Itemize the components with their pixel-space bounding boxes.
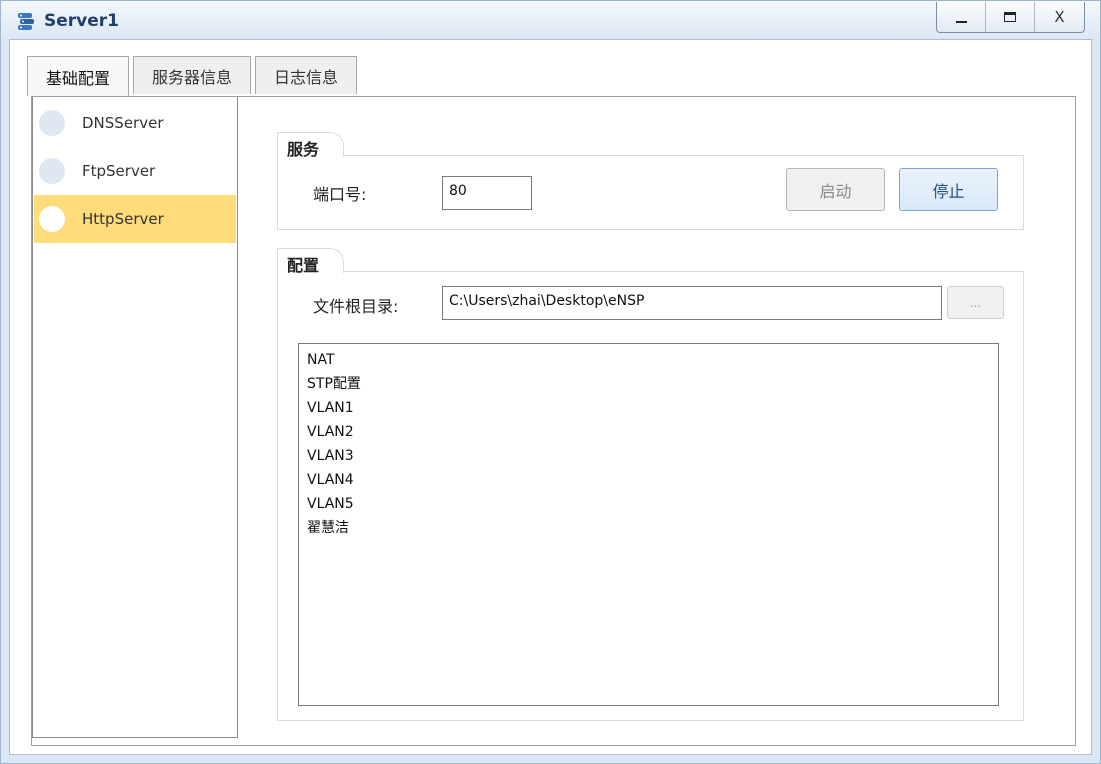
server-item-ftp[interactable]: FtpServer [34,147,236,195]
maximize-icon [1004,12,1016,22]
list-item[interactable]: VLAN2 [307,420,998,444]
window-title: Server1 [44,11,119,31]
port-label: 端口号: [313,185,367,204]
stop-button[interactable]: 停止 [899,168,998,211]
list-item[interactable]: STP配置 [307,372,998,396]
list-item[interactable]: 翟慧洁 [307,516,998,540]
server-app-icon [18,13,34,30]
tab-server-info[interactable]: 服务器信息 [133,56,252,94]
maximize-button[interactable] [986,2,1035,32]
list-item[interactable]: NAT [307,348,998,372]
list-item[interactable]: VLAN3 [307,444,998,468]
service-group-title: 服务 [277,132,344,159]
list-item[interactable]: VLAN5 [307,492,998,516]
start-button[interactable]: 启动 [786,168,885,211]
server-item-label: DNSServer [82,114,164,132]
server-status-icon [39,158,65,184]
root-dir-input[interactable]: C:\Users\zhai\Desktop\eNSP [442,286,942,320]
server-item-label: HttpServer [82,210,164,228]
client-area: 基础配置 服务器信息 日志信息 DNSServer FtpServer Http… [9,39,1092,755]
server1-window: Server1 X 基础配置 服务器信息 日志信息 DNSServer FtpS… [0,0,1101,764]
tab-content-panel: DNSServer FtpServer HttpServer 服务 端口号: 8… [31,96,1076,746]
close-button[interactable]: X [1035,2,1084,32]
service-group: 服务 端口号: 80 启动 停止 [277,132,1024,230]
server-item-label: FtpServer [82,162,156,180]
server-list: DNSServer FtpServer HttpServer [32,97,238,738]
minimize-button[interactable] [937,2,986,32]
server-item-dns[interactable]: DNSServer [34,99,236,147]
title-bar[interactable]: Server1 X [1,1,1100,41]
window-controls: X [936,2,1085,33]
server-status-icon [39,206,65,232]
config-group-title: 配置 [277,248,344,275]
list-item[interactable]: VLAN1 [307,396,998,420]
tab-log-info[interactable]: 日志信息 [255,56,358,94]
list-item[interactable]: VLAN4 [307,468,998,492]
config-group: 配置 文件根目录: C:\Users\zhai\Desktop\eNSP ...… [277,248,1024,721]
main-tabs: 基础配置 服务器信息 日志信息 [27,56,358,96]
browse-button[interactable]: ... [947,286,1004,319]
minimize-icon [955,20,967,23]
port-input[interactable]: 80 [442,176,532,210]
server-item-http[interactable]: HttpServer [34,195,236,243]
tab-basic-config[interactable]: 基础配置 [27,56,130,96]
file-list[interactable]: NAT STP配置 VLAN1 VLAN2 VLAN3 VLAN4 VLAN5 … [298,343,999,706]
root-dir-label: 文件根目录: [313,297,399,316]
server-status-icon [39,110,65,136]
